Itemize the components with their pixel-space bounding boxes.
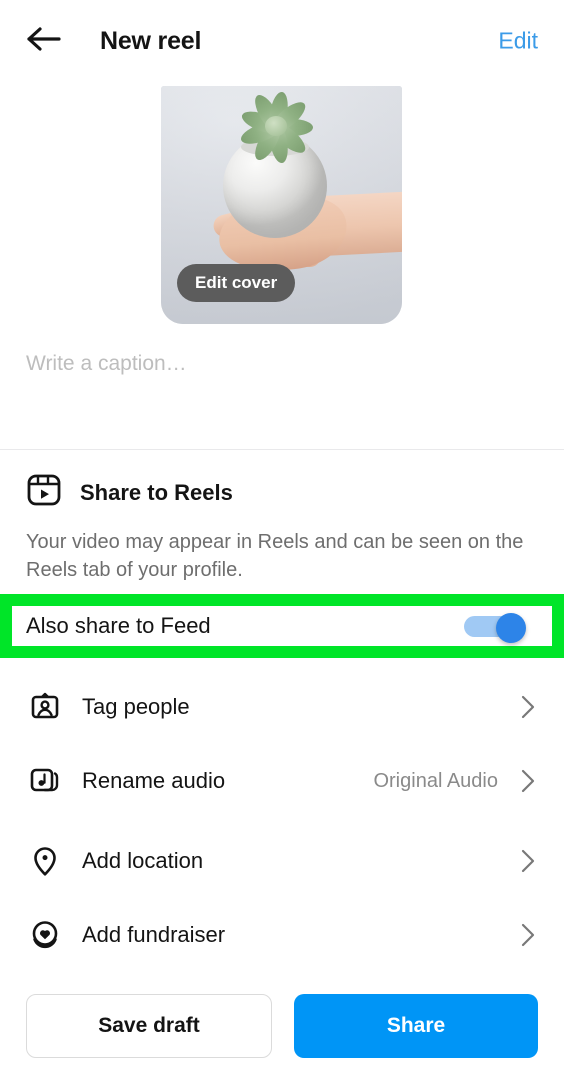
arrow-left-icon — [27, 26, 61, 57]
edit-button[interactable]: Edit — [498, 28, 538, 55]
also-share-to-feed-toggle[interactable] — [464, 613, 526, 643]
caption-input[interactable]: Write a caption… — [0, 332, 564, 448]
option-label: Add fundraiser — [82, 922, 226, 947]
edit-cover-button[interactable]: Edit cover — [177, 264, 296, 302]
fundraiser-heart-icon — [26, 919, 64, 951]
chevron-right-icon — [518, 769, 538, 793]
share-to-reels-title: Share to Reels — [80, 479, 233, 505]
option-row-add-fundraiser[interactable]: Add fundraiser — [0, 898, 564, 972]
share-button[interactable]: Share — [294, 994, 538, 1058]
toggle-knob — [496, 613, 526, 643]
also-share-to-feed-row[interactable]: Also share to Feed — [0, 594, 564, 658]
page-title: New reel — [100, 26, 202, 55]
option-row-tag-people[interactable]: Tag people — [0, 670, 564, 744]
option-value: Original Audio — [373, 769, 498, 792]
video-thumbnail[interactable]: Edit cover — [161, 86, 402, 324]
header: New reel Edit — [0, 0, 564, 82]
caption-placeholder: Write a caption… — [26, 352, 187, 375]
chevron-right-icon — [518, 695, 538, 719]
also-share-to-feed-label: Also share to Feed — [26, 613, 211, 638]
bottom-action-bar: Save draft Share — [0, 972, 564, 1080]
succulent-plant — [227, 90, 325, 165]
share-to-reels-header: Share to Reels — [26, 472, 233, 513]
location-pin-icon — [26, 845, 64, 877]
option-row-add-location[interactable]: Add location — [0, 824, 564, 898]
chevron-right-icon — [518, 849, 538, 873]
tag-people-icon — [26, 691, 64, 723]
divider-caption — [0, 449, 564, 450]
music-note-icon — [26, 765, 64, 797]
save-draft-button[interactable]: Save draft — [26, 994, 272, 1058]
reels-clapperboard-icon — [26, 472, 62, 513]
option-row-rename-audio[interactable]: Rename audio Original Audio — [0, 744, 564, 818]
option-label: Add location — [82, 848, 204, 873]
option-label: Tag people — [82, 694, 190, 719]
back-button[interactable] — [16, 13, 72, 69]
option-label: Rename audio — [82, 768, 226, 793]
new-reel-screen: New reel Edit Edit cover Write a caption… — [0, 0, 564, 1080]
share-to-reels-description: Your video may appear in Reels and can b… — [26, 531, 524, 582]
chevron-right-icon — [518, 923, 538, 947]
